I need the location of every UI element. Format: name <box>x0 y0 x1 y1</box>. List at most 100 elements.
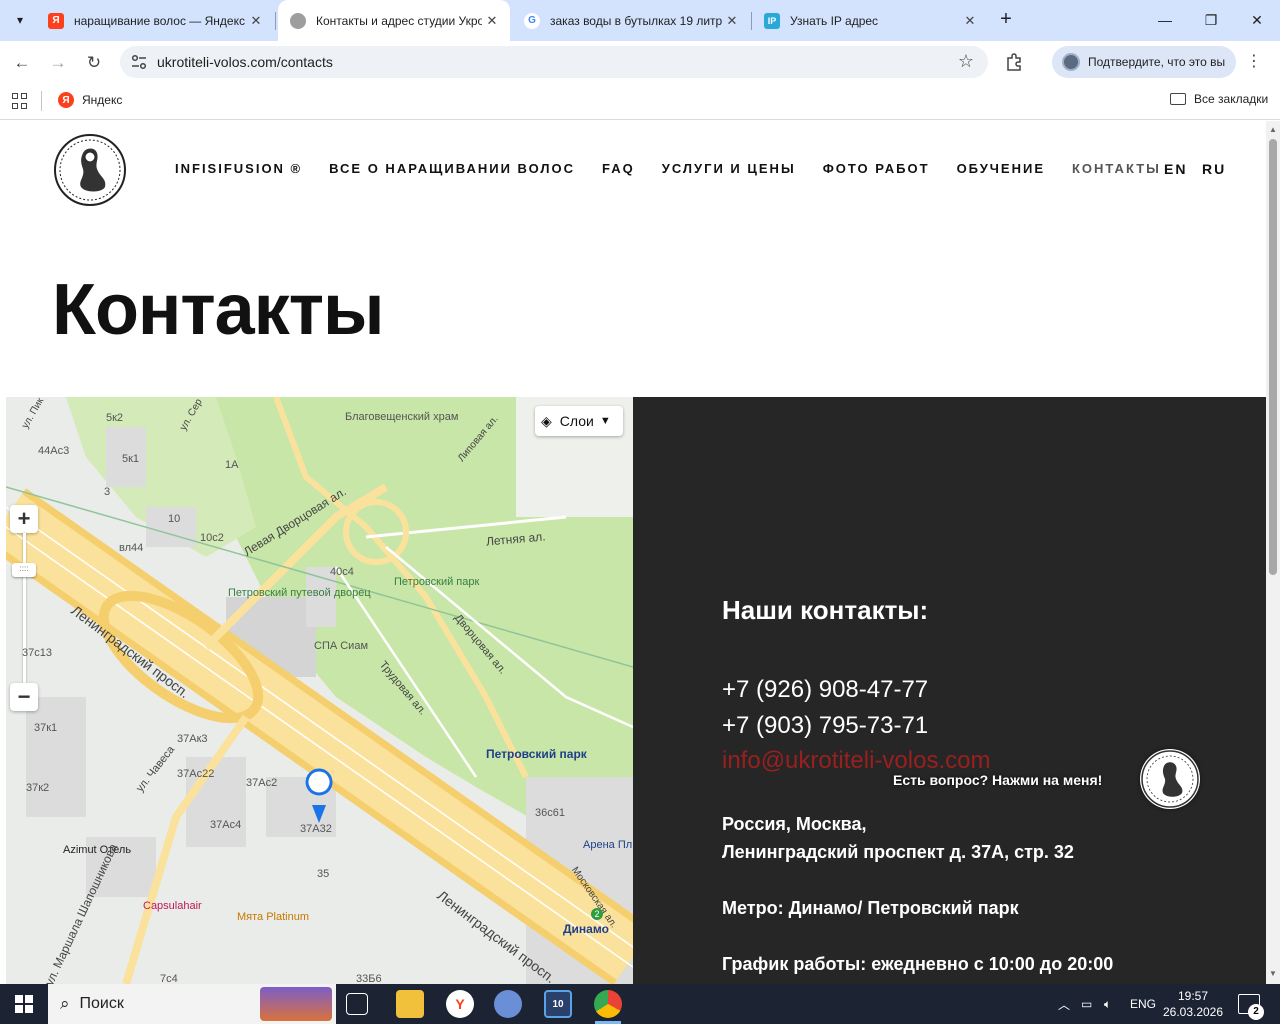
tab-contacts[interactable]: Контакты и адрес студии Укро ✕ <box>278 0 510 41</box>
map-building: 33Б6 <box>356 973 382 984</box>
messenger-icon[interactable]: 10 <box>544 990 572 1018</box>
map-building: 5к1 <box>122 453 140 465</box>
layers-label: Слои <box>559 413 594 429</box>
menu-faq[interactable]: FAQ <box>602 161 635 176</box>
chrome-icon[interactable] <box>594 990 622 1018</box>
map-building: 37Ас22 <box>177 768 215 780</box>
map-label-church[interactable]: Благовещенский храм <box>345 411 458 423</box>
paint-icon[interactable] <box>494 990 522 1018</box>
taskbar-clock[interactable]: 19:57 26.03.2026 <box>1158 988 1228 1020</box>
address-bar[interactable]: ukrotiteli-volos.com/contacts ☆ <box>120 46 988 78</box>
menu-portfolio[interactable]: ФОТО РАБОТ <box>823 161 930 176</box>
map-label-capsula[interactable]: Capsulahair <box>143 900 202 912</box>
minimize-button[interactable]: — <box>1142 0 1188 40</box>
more-menu-icon[interactable]: ⋮ <box>1244 52 1264 72</box>
bookmark-star-icon[interactable]: ☆ <box>958 51 974 72</box>
site-icon <box>290 12 306 29</box>
reload-button[interactable]: ↻ <box>80 49 108 77</box>
file-explorer-icon[interactable] <box>396 990 424 1018</box>
map-label-arena[interactable]: Арена Пл <box>583 839 632 851</box>
extensions-icon[interactable] <box>1004 52 1024 72</box>
menu-contacts[interactable]: КОНТАКТЫ <box>1072 161 1161 176</box>
yandex-browser-icon[interactable]: Y <box>446 990 474 1018</box>
map-building: 37Ас4 <box>210 819 242 831</box>
volume-icon[interactable]: 🔈︎ <box>1104 984 1111 1024</box>
address-line-2: Ленинградский проспект д. 37А, стр. 32 <box>722 842 1074 862</box>
tab-yandex[interactable]: Я наращивание волос — Яндекс ✕ <box>36 0 274 41</box>
zoom-in-button[interactable]: + <box>10 505 38 533</box>
windows-taskbar: ⌕ Поиск Y 10 ︿ ▭ 🔈︎ ENG 19:57 26.03.2026… <box>0 984 1280 1024</box>
menu-about-extensions[interactable]: ВСЕ О НАРАЩИВАНИИ ВОЛОС <box>329 161 575 176</box>
site-info-icon[interactable] <box>130 53 148 71</box>
phone-link-2[interactable]: +7 (903) 795-73-71 <box>722 712 928 740</box>
map-label-dvorets[interactable]: Петровский путевой дворец <box>228 587 371 599</box>
new-tab-button[interactable]: + <box>994 8 1018 32</box>
lang-en[interactable]: EN <box>1164 161 1187 177</box>
chat-widget-button[interactable] <box>1140 749 1200 809</box>
menu-services-prices[interactable]: УСЛУГИ И ЦЕНЫ <box>662 161 796 176</box>
bookmark-yandex[interactable]: Я Яндекс <box>58 92 122 108</box>
tab-google[interactable]: G заказ воды в бутылках 19 литр ✕ <box>512 0 750 41</box>
map-building: 37А32 <box>300 823 332 835</box>
zoom-slider-handle[interactable]: :::: <box>12 563 36 577</box>
url-text[interactable]: ukrotiteli-volos.com/contacts <box>157 54 333 70</box>
map-label-spa[interactable]: СПА Сиам <box>314 640 368 652</box>
input-language[interactable]: ENG <box>1130 984 1156 1024</box>
phone-link-1[interactable]: +7 (926) 908-47-77 <box>722 676 928 704</box>
search-highlight-image[interactable] <box>260 987 332 1021</box>
map-widget[interactable]: ◈ Слои ▼ + :::: − Благовещенский храм Пе… <box>6 397 633 984</box>
forward-button[interactable]: → <box>44 49 72 77</box>
email-link[interactable]: info@ukrotiteli-volos.com <box>722 747 990 775</box>
close-icon: ✕ <box>1251 11 1263 28</box>
map-label-metro-park[interactable]: Петровский парк <box>486 747 587 761</box>
map-building: 10 <box>168 513 181 525</box>
arrow-right-icon: → <box>49 53 67 72</box>
tab-separator <box>275 12 276 30</box>
map-building: 37Ас2 <box>246 777 278 789</box>
profile-verify-chip[interactable]: Подтвердите, что это вы <box>1052 46 1236 78</box>
map-label-hotel[interactable]: Azimut Отель <box>63 844 131 856</box>
zoom-out-button[interactable]: − <box>10 683 38 711</box>
zoom-slider[interactable] <box>23 533 26 683</box>
map-building: 10с2 <box>200 532 224 544</box>
clock-time: 19:57 <box>1177 989 1209 1003</box>
back-button[interactable]: ← <box>8 49 36 77</box>
task-view-icon[interactable] <box>346 993 368 1015</box>
close-icon[interactable]: ✕ <box>960 13 980 29</box>
profile-chip-label: Подтвердите, что это вы <box>1088 55 1226 69</box>
map-building: 40с4 <box>330 566 354 578</box>
map-label-park[interactable]: Петровский парк <box>394 576 479 588</box>
minimize-icon: — <box>1158 12 1172 28</box>
close-icon[interactable]: ✕ <box>246 13 266 29</box>
chat-prompt[interactable]: Есть вопрос? Нажми на меня! <box>893 772 1102 788</box>
close-icon[interactable]: ✕ <box>722 13 742 29</box>
all-bookmarks-button[interactable]: Все закладки <box>1170 92 1268 106</box>
close-window-button[interactable]: ✕ <box>1234 0 1280 40</box>
tab-title: наращивание волос — Яндекс <box>74 13 245 28</box>
main-menu: INFISIFUSION ® ВСЕ О НАРАЩИВАНИИ ВОЛОС F… <box>175 161 1161 176</box>
start-button[interactable] <box>0 984 48 1024</box>
apps-grid-icon[interactable] <box>12 93 28 109</box>
scroll-thumb[interactable] <box>1269 139 1277 575</box>
tab-ip[interactable]: IP Узнать IP адрес ✕ <box>752 0 988 41</box>
scroll-down-icon[interactable]: ▼ <box>1269 969 1277 978</box>
show-hidden-icons[interactable]: ︿ <box>1058 984 1070 1024</box>
network-icon[interactable]: ▭ <box>1081 984 1092 1024</box>
web-page: INFISIFUSION ® ВСЕ О НАРАЩИВАНИИ ВОЛОС F… <box>0 121 1266 984</box>
site-logo[interactable] <box>53 133 127 207</box>
menu-training[interactable]: ОБУЧЕНИЕ <box>957 161 1045 176</box>
map-building: 37с13 <box>22 647 52 659</box>
lang-ru[interactable]: RU <box>1202 161 1226 177</box>
map-label-myata[interactable]: Мята Platinum <box>237 911 309 923</box>
menu-infisifusion[interactable]: INFISIFUSION ® <box>175 161 302 176</box>
map-label-metro-dinamo[interactable]: Динамо <box>563 922 609 936</box>
page-scrollbar[interactable]: ▲ ▼ <box>1266 121 1280 984</box>
close-icon[interactable]: ✕ <box>482 13 502 29</box>
windows-logo-icon <box>15 995 33 1013</box>
restore-button[interactable]: ❐ <box>1188 0 1234 40</box>
page-title: Контакты <box>52 270 385 350</box>
tab-search-button[interactable]: ▾ <box>6 7 34 33</box>
map-layers-button[interactable]: ◈ Слои ▼ <box>535 406 623 436</box>
scroll-up-icon[interactable]: ▲ <box>1269 125 1277 134</box>
map-canvas[interactable] <box>6 397 633 984</box>
